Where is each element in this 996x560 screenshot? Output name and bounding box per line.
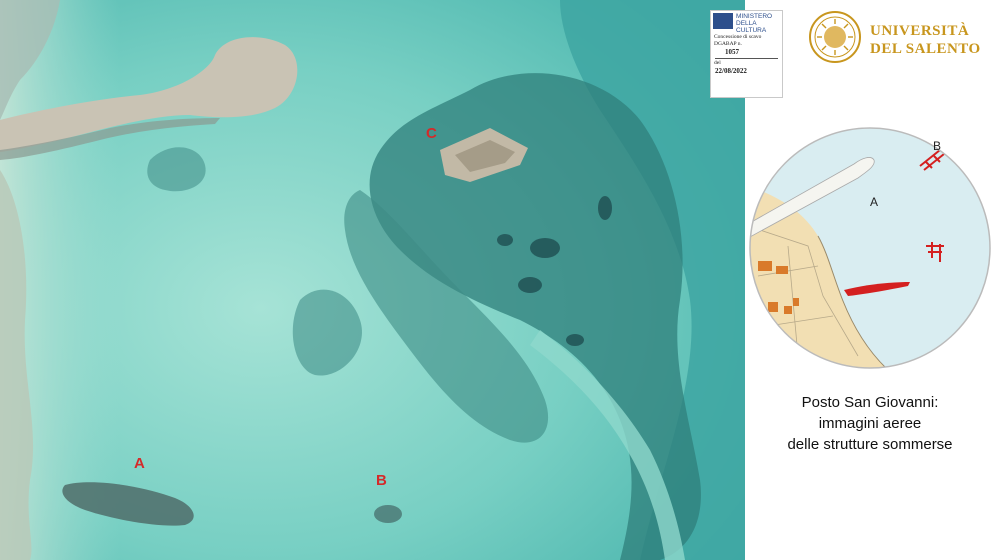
permit-rule: [715, 58, 778, 59]
inset-map: A B: [749, 127, 991, 369]
university-seal-icon: [809, 11, 861, 63]
excavation-permit-stamp: MINISTERO DELLA CULTURA Concessione di s…: [710, 10, 783, 98]
permit-date: 22/08/2022: [715, 67, 747, 75]
university-name: UNIVERSITÀ DEL SALENTO: [870, 22, 981, 58]
ministry-name-line3: CULTURA: [736, 27, 767, 34]
permit-concession: Concessione di scavo: [714, 34, 762, 40]
permit-code-label: DGABAP n.: [714, 41, 742, 47]
university-name-line1: UNIVERSITÀ: [870, 23, 970, 39]
structure-b: [374, 505, 402, 523]
label-c: C: [426, 125, 437, 142]
university-name-line2: DEL SALENTO: [870, 41, 981, 57]
inset-label-b: B: [933, 139, 941, 153]
label-a: A: [134, 455, 145, 472]
caption-line2: immagini aeree: [818, 415, 922, 432]
ministry-logo: [713, 13, 733, 29]
ministry-header: MINISTERO DELLA CULTURA: [711, 11, 782, 34]
ministry-name-line1: MINISTERO: [736, 13, 773, 20]
permit-number: 1057: [725, 48, 739, 56]
caption-line3: delle strutture sommerse: [787, 436, 953, 453]
university-logo: UNIVERSITÀ DEL SALENTO: [808, 10, 988, 70]
ministry-name: MINISTERO DELLA CULTURA: [736, 13, 772, 34]
caption: Posto San Giovanni: immagini aeree delle…: [746, 392, 994, 455]
caption-line1: Posto San Giovanni:: [801, 394, 939, 411]
permit-date-label: del: [714, 60, 721, 66]
ministry-name-line2: DELLA: [736, 20, 757, 27]
label-b: B: [376, 472, 387, 489]
inset-label-a: A: [870, 195, 878, 209]
aerial-photo: [0, 0, 745, 560]
